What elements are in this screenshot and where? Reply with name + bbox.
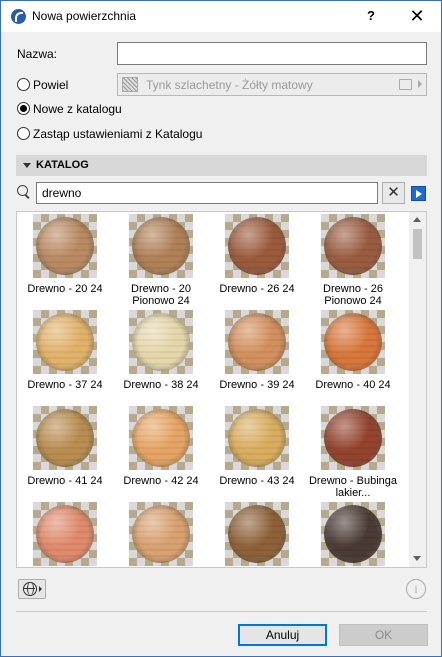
catalog-item[interactable] <box>113 502 209 567</box>
new-from-catalog-radio[interactable] <box>17 102 30 115</box>
duplicate-surface-name: Tynk szlachetny - Żółty matowy <box>146 78 313 92</box>
material-name: Drewno - 20 Pionowo 24 <box>131 283 191 307</box>
chevron-right-icon <box>39 586 42 592</box>
material-thumbnail <box>321 310 385 374</box>
material-name: Drewno - 26 Pionowo 24 <box>323 283 383 307</box>
material-sphere <box>228 409 286 467</box>
material-thumbnail <box>225 310 289 374</box>
scrollbar-thumb[interactable] <box>413 229 422 259</box>
globe-icon <box>23 582 37 596</box>
material-sphere <box>132 313 190 371</box>
catalog-item[interactable]: Drewno - 20 Pionowo 24 <box>113 214 209 307</box>
cancel-button[interactable]: Anuluj <box>238 624 327 646</box>
catalog-item[interactable]: Drewno - 40 24 <box>305 310 401 402</box>
material-sphere <box>228 217 286 275</box>
material-name: Drewno - 37 24 <box>27 379 103 391</box>
catalog-item[interactable]: Drewno - Bubinga lakier... <box>305 406 401 499</box>
material-sphere <box>132 409 190 467</box>
material-sphere <box>36 313 94 371</box>
catalog-section-header[interactable]: KATALOG <box>16 155 427 176</box>
search-icon <box>17 185 30 198</box>
material-name: Drewno - 40 24 <box>315 379 391 391</box>
material-sphere <box>36 505 94 563</box>
catalog-item[interactable] <box>17 502 113 567</box>
material-thumbnail <box>33 502 97 566</box>
name-input[interactable] <box>117 42 427 65</box>
dialog-window: Nowa powierzchnia ? ✕ Nazwa: Powiel Tynk… <box>0 0 442 657</box>
catalog-item[interactable]: Drewno - 42 24 <box>113 406 209 498</box>
catalog-search-input[interactable] <box>36 182 378 204</box>
material-thumbnail <box>321 406 385 470</box>
material-thumbnail <box>129 214 193 278</box>
material-thumbnail <box>129 502 193 566</box>
globe-menu-button[interactable] <box>18 579 46 599</box>
chevron-right-icon <box>418 80 422 88</box>
catalog-item[interactable]: Drewno - 37 24 <box>17 310 113 402</box>
material-thumbnail <box>33 214 97 278</box>
catalog-item[interactable] <box>305 502 401 567</box>
title-bar: Nowa powierzchnia ? ✕ <box>1 1 441 32</box>
material-name: Drewno - 20 24 <box>27 283 103 295</box>
material-name: Drewno - 43 24 <box>219 475 295 487</box>
material-name: Drewno - 41 24 <box>27 475 103 487</box>
material-thumbnail <box>33 310 97 374</box>
help-button[interactable]: ? <box>361 6 381 26</box>
catalog-item[interactable]: Drewno - 43 24 <box>209 406 305 498</box>
material-thumbnail <box>129 310 193 374</box>
material-name: Drewno - 42 24 <box>123 475 199 487</box>
catalog-item[interactable]: Drewno - 38 24 <box>113 310 209 402</box>
catalog-item[interactable]: Drewno - 26 Pionowo 24 <box>305 214 401 307</box>
surface-picker-icon <box>399 79 412 90</box>
catalog-item[interactable]: Drewno - 20 24 <box>17 214 113 306</box>
duplicate-label[interactable]: Powiel <box>33 78 68 92</box>
material-sphere <box>36 217 94 275</box>
catalog-scrollbar[interactable] <box>409 212 426 567</box>
replace-radio[interactable] <box>17 127 30 140</box>
material-sphere <box>324 505 382 563</box>
app-logo-icon <box>11 9 26 24</box>
surface-swatch-icon <box>122 77 138 92</box>
new-from-catalog-label[interactable]: Nowe z katalogu <box>33 102 122 116</box>
material-thumbnail <box>225 406 289 470</box>
material-thumbnail <box>321 502 385 566</box>
material-name: Drewno - 38 24 <box>123 379 199 391</box>
material-sphere <box>132 217 190 275</box>
material-thumbnail <box>225 502 289 566</box>
material-sphere <box>324 313 382 371</box>
material-sphere <box>36 409 94 467</box>
catalog-item[interactable]: Drewno - 41 24 <box>17 406 113 498</box>
catalog-item[interactable] <box>209 502 305 567</box>
material-name: Drewno - 39 24 <box>219 379 295 391</box>
collapse-triangle-icon <box>23 163 31 168</box>
info-icon[interactable]: i <box>406 579 426 599</box>
duplicate-surface-selector[interactable]: Tynk szlachetny - Żółty matowy <box>117 73 427 96</box>
scroll-up-icon[interactable] <box>413 217 421 222</box>
catalog-item[interactable]: Drewno - 26 24 <box>209 214 305 306</box>
clear-search-button[interactable]: ✕ <box>382 182 405 204</box>
duplicate-radio[interactable] <box>17 78 30 91</box>
material-sphere <box>132 505 190 563</box>
footer-divider <box>16 611 427 612</box>
ok-button[interactable]: OK <box>339 624 428 646</box>
catalog-grid: Drewno - 20 24 Drewno - 20 Pionowo 24 Drew… <box>16 211 427 568</box>
material-sphere <box>228 505 286 563</box>
scroll-down-icon[interactable] <box>413 556 421 561</box>
material-thumbnail <box>129 406 193 470</box>
catalog-item[interactable]: Drewno - 39 24 <box>209 310 305 402</box>
material-sphere <box>324 409 382 467</box>
material-name: Drewno - Bubinga lakier... <box>308 475 398 499</box>
material-thumbnail <box>225 214 289 278</box>
catalog-section-label: KATALOG <box>36 159 89 171</box>
material-thumbnail <box>33 406 97 470</box>
material-sphere <box>324 217 382 275</box>
close-button[interactable]: ✕ <box>405 5 429 27</box>
name-label: Nazwa: <box>17 47 58 61</box>
material-name: Drewno - 26 24 <box>219 283 295 295</box>
material-sphere <box>228 313 286 371</box>
expand-panel-icon[interactable] <box>411 186 426 201</box>
replace-label[interactable]: Zastąp ustawieniami z Katalogu <box>33 127 202 141</box>
material-thumbnail <box>321 214 385 278</box>
window-title: Nowa powierzchnia <box>32 9 137 23</box>
